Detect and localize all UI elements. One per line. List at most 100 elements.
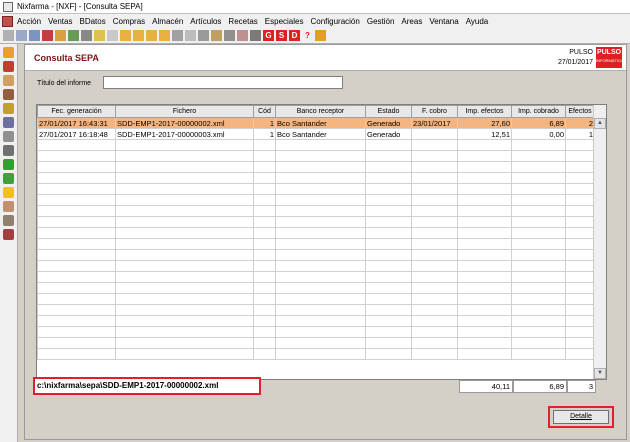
prescription-icon[interactable] [3, 131, 14, 142]
scroll-up-icon[interactable]: ▲ [594, 118, 606, 129]
customer-icon[interactable] [3, 75, 14, 86]
menu-ventas[interactable]: Ventas [48, 17, 72, 26]
d-button[interactable]: D [289, 30, 300, 41]
cell-estado[interactable]: Generado [365, 128, 412, 140]
col-imp-efectos[interactable]: Imp. efectos [457, 105, 512, 118]
box-icon[interactable] [211, 30, 222, 41]
cell-banco[interactable]: Bco Santander [275, 117, 366, 129]
empty-cell [253, 315, 276, 327]
print-icon[interactable] [81, 30, 92, 41]
col-imp-cobrado[interactable]: Imp. cobrado [511, 105, 566, 118]
table-row[interactable]: 27/01/2017 16:43:31 SDD-EMP1-2017-000000… [37, 117, 595, 129]
empty-cell [565, 150, 595, 162]
cell-imp-efectos[interactable]: 12,51 [457, 128, 512, 140]
query-icon[interactable] [68, 30, 79, 41]
cash-icon[interactable] [3, 61, 14, 72]
report-icon[interactable] [3, 229, 14, 240]
delete-icon[interactable] [42, 30, 53, 41]
menu-almacen[interactable]: Almacén [152, 17, 183, 26]
cell-imp-efectos[interactable]: 27,60 [457, 117, 512, 129]
cart-icon[interactable] [237, 30, 248, 41]
menu-bdatos[interactable]: BDatos [79, 17, 105, 26]
prev-icon[interactable] [133, 30, 144, 41]
cell-efectos[interactable]: 2 [565, 117, 595, 129]
col-f-cobro[interactable]: F. cobro [411, 105, 458, 118]
cell-imp-cobrado[interactable]: 6,89 [511, 117, 566, 129]
edit-icon[interactable] [16, 30, 27, 41]
cell-cod[interactable]: 1 [253, 128, 276, 140]
menu-ventana[interactable]: Ventana [429, 17, 458, 26]
col-banco-receptor[interactable]: Banco receptor [275, 105, 366, 118]
search-icon[interactable] [185, 30, 196, 41]
menu-recetas[interactable]: Recetas [228, 17, 257, 26]
menu-configuracion[interactable]: Configuración [310, 17, 359, 26]
menu-articulos[interactable]: Artículos [190, 17, 221, 26]
titulo-informe-input[interactable] [103, 76, 343, 89]
table-row[interactable]: 27/01/2017 16:18:48 SDD-EMP1-2017-000000… [37, 128, 595, 140]
empty-cell [411, 326, 458, 338]
warning-icon[interactable] [3, 187, 14, 198]
disk-icon[interactable] [224, 30, 235, 41]
next-icon[interactable] [146, 30, 157, 41]
empty-cell [115, 150, 254, 162]
g-button[interactable]: G [263, 30, 274, 41]
scroll-down-icon[interactable]: ▼ [594, 368, 606, 379]
cell-f-cobro[interactable] [411, 128, 458, 140]
shopping-icon[interactable] [3, 89, 14, 100]
menu-ayuda[interactable]: Ayuda [466, 17, 489, 26]
system-menu-icon[interactable] [2, 15, 13, 27]
empty-cell [253, 194, 276, 206]
group-icon[interactable] [3, 215, 14, 226]
pen-icon[interactable] [3, 117, 14, 128]
first-icon[interactable] [120, 30, 131, 41]
stock-icon[interactable] [3, 145, 14, 156]
cell-fec-generacion[interactable]: 27/01/2017 16:18:48 [37, 128, 116, 140]
cell-f-cobro[interactable]: 23/01/2017 [411, 117, 458, 129]
cell-banco[interactable]: Bco Santander [275, 128, 366, 140]
folder-icon[interactable] [94, 30, 105, 41]
people-icon[interactable] [3, 201, 14, 212]
vertical-scrollbar[interactable]: ▲ ▼ [593, 105, 606, 379]
empty-cell [365, 271, 412, 283]
empty-cell [565, 227, 595, 239]
col-fichero[interactable]: Fichero [115, 105, 254, 118]
sales-icon[interactable] [3, 47, 14, 58]
col-cod[interactable]: Cód [253, 105, 276, 118]
cell-estado[interactable]: Generado [365, 117, 412, 129]
truck-icon[interactable] [3, 103, 14, 114]
menu-compras[interactable]: Compras [113, 17, 145, 26]
empty-cell [565, 304, 595, 316]
menu-gestion[interactable]: Gestión [367, 17, 395, 26]
menu-areas[interactable]: Areas [401, 17, 422, 26]
cell-fichero[interactable]: SDD-EMP1-2017-00000003.xml [115, 128, 254, 140]
help-button[interactable]: ? [302, 30, 313, 41]
cell-cod[interactable]: 1 [253, 117, 276, 129]
list-icon[interactable] [250, 30, 261, 41]
empty-cell [511, 216, 566, 228]
plus-cross-icon[interactable] [3, 159, 14, 170]
cell-fichero[interactable]: SDD-EMP1-2017-00000002.xml [115, 117, 254, 129]
check-icon[interactable] [55, 30, 66, 41]
exit-icon[interactable] [315, 30, 326, 41]
s-button[interactable]: S [276, 30, 287, 41]
menu-especiales[interactable]: Especiales [265, 17, 304, 26]
panel-header: Consulta SEPA PULSO 27/01/2017 PULSO INF… [25, 45, 626, 71]
star-icon[interactable] [107, 30, 118, 41]
col-fec-generacion[interactable]: Fec. generación [37, 105, 116, 118]
detalle-button[interactable]: Detalle [553, 410, 609, 424]
calculator-icon[interactable] [172, 30, 183, 41]
cell-imp-cobrado[interactable]: 0,00 [511, 128, 566, 140]
empty-cell [253, 326, 276, 338]
menu-accion[interactable]: Acción [17, 17, 41, 26]
empty-table-row [37, 216, 595, 228]
cell-efectos[interactable]: 1 [565, 128, 595, 140]
new-icon[interactable] [3, 30, 14, 41]
col-estado[interactable]: Estado [365, 105, 412, 118]
last-icon[interactable] [159, 30, 170, 41]
empty-cell [37, 205, 116, 217]
cell-fec-generacion[interactable]: 27/01/2017 16:43:31 [37, 117, 116, 129]
tools-icon[interactable] [198, 30, 209, 41]
refresh-icon[interactable] [3, 173, 14, 184]
save-icon[interactable] [29, 30, 40, 41]
col-efectos[interactable]: Efectos [565, 105, 595, 118]
